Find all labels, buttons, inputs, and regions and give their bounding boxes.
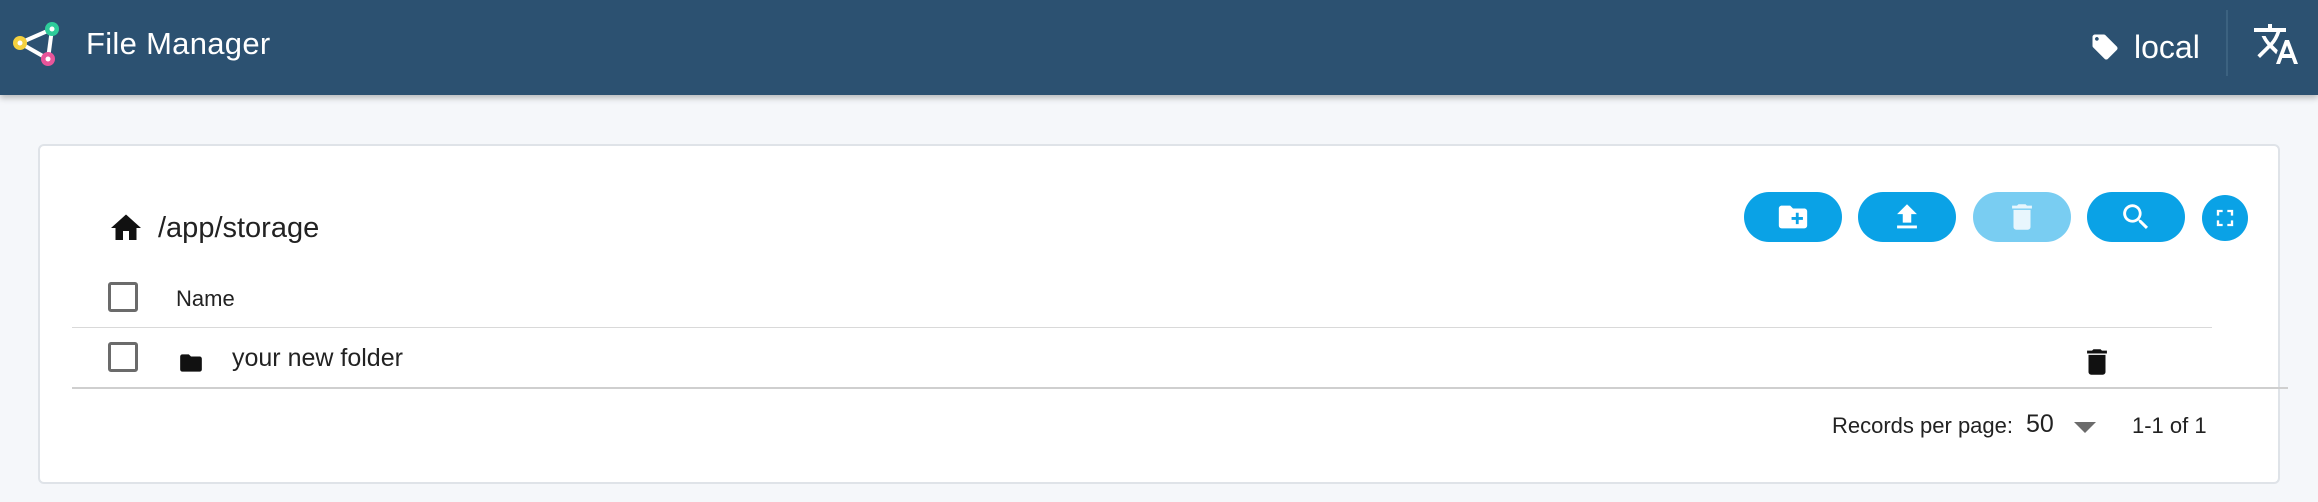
storage-selector[interactable]: local [2090,24,2200,70]
current-path: /app/storage [158,211,320,244]
file-browser-card: /app/storage Name your new folder Record… [38,144,2288,484]
app-logo [13,22,59,66]
header-divider-line [72,327,2212,328]
delete-selected-button[interactable] [1973,192,2071,242]
folder-plus-icon [1778,205,1808,229]
pagination-range: 1-1 of 1 [2132,413,2207,438]
chevron-down-icon [2074,422,2096,433]
records-per-page-value: 50 [2026,410,2054,438]
upload-icon [1897,204,1917,229]
breadcrumb: /app/storage [108,210,319,246]
tag-icon [2092,34,2118,60]
app-title: File Manager [86,26,271,61]
translate-icon[interactable] [2252,20,2300,68]
file-name[interactable]: your new folder [232,344,403,373]
search-button[interactable] [2087,192,2185,242]
delete-icon [2012,204,2032,230]
storage-label: local [2134,28,2200,65]
fullscreen-icon [2216,209,2234,227]
upload-button[interactable] [1858,192,1956,242]
select-all-checkbox[interactable] [108,282,138,312]
new-folder-button[interactable] [1744,192,1842,242]
column-header-name[interactable]: Name [176,286,235,312]
folder-icon [180,354,202,372]
delete-icon[interactable] [2080,344,2114,380]
fullscreen-button[interactable] [2202,195,2248,241]
pagination-footer: Records per page: 50 1-1 of 1 [40,406,2278,446]
records-per-page-select[interactable]: 50 [2026,406,2136,446]
search-icon [2123,204,2149,230]
records-per-page-label: Records per page: [1832,413,2013,438]
top-app-bar: File Manager local [0,0,2318,95]
row-checkbox[interactable] [108,342,138,372]
row-divider-line [72,387,2288,389]
home-icon[interactable] [108,210,144,246]
header-divider [2226,10,2228,76]
